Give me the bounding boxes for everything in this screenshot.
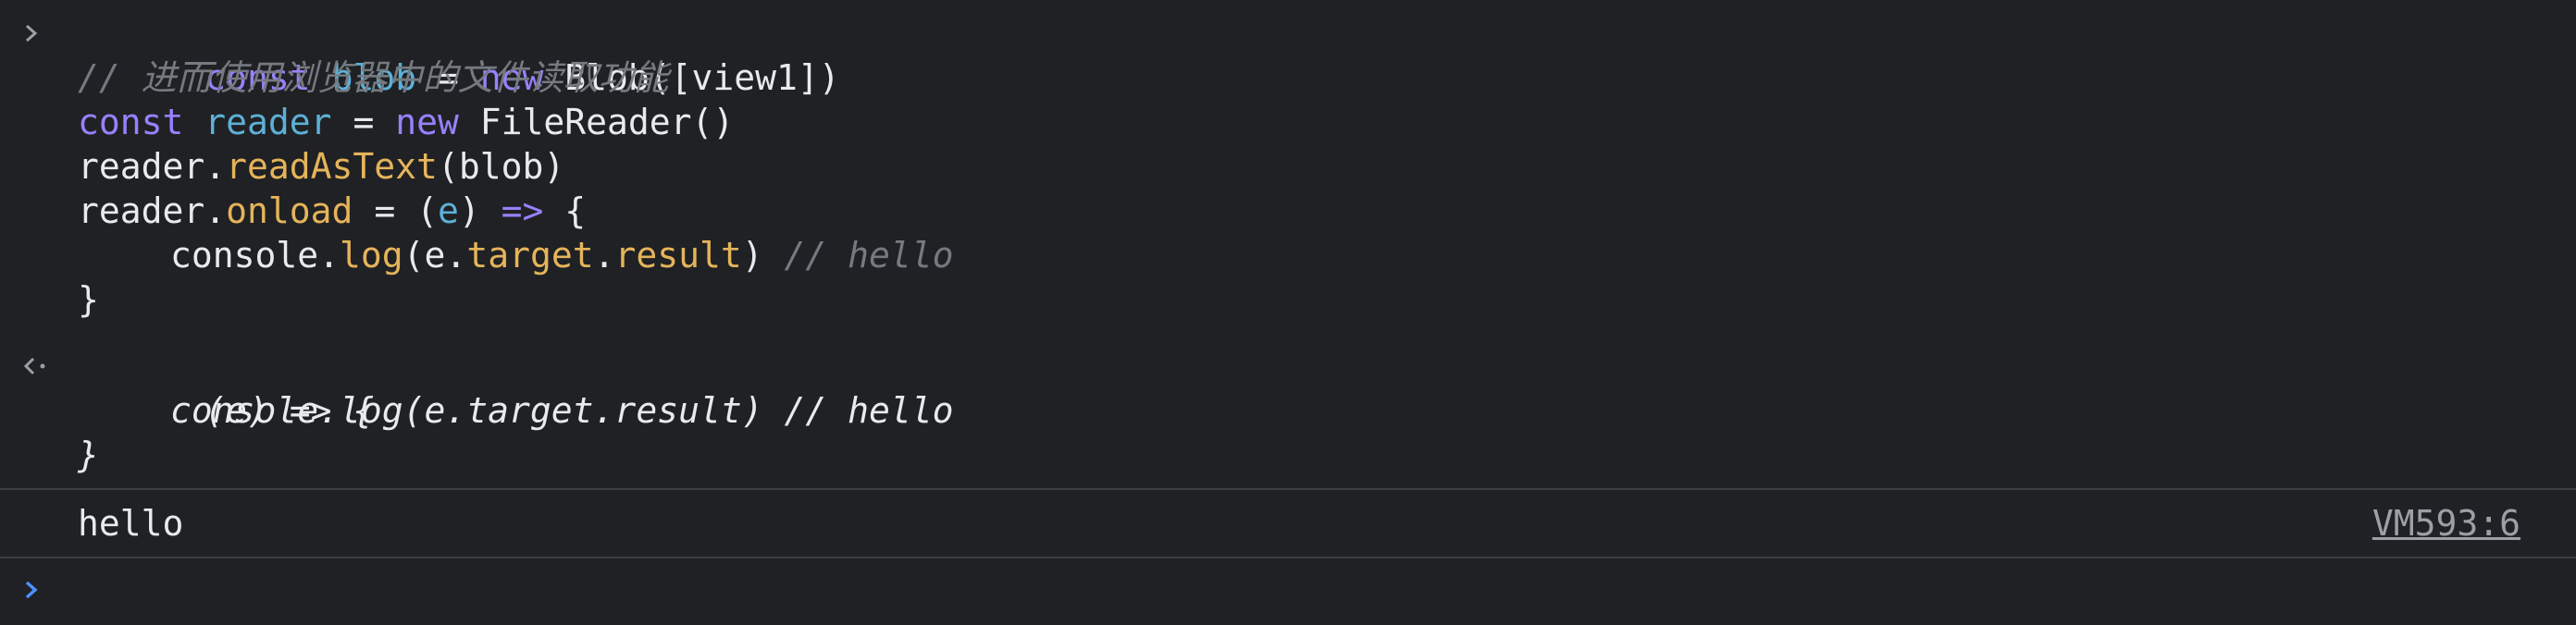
console-return-entry[interactable]: (e) => { console.log(e.target.result) //… bbox=[0, 322, 2576, 488]
keyword: const bbox=[78, 102, 184, 142]
console-input-entry[interactable]: const blob = new Blob([view1]) // 进而使用浏览… bbox=[0, 0, 2576, 322]
method: log bbox=[340, 235, 403, 276]
code-line-1: const blob = new Blob([view1]) bbox=[0, 11, 2576, 98]
property: target bbox=[466, 235, 594, 276]
dot: . bbox=[593, 235, 615, 276]
keyword: new bbox=[395, 102, 459, 142]
variable-name: reader bbox=[204, 102, 332, 142]
return-value: console.log(e.target.result) // hello bbox=[170, 390, 954, 431]
chevron-right-icon bbox=[22, 11, 59, 55]
method: readAsText bbox=[226, 146, 438, 187]
comment: // 进而使用浏览器中的文件读取功能 bbox=[78, 57, 669, 98]
return-arrow-icon bbox=[22, 344, 59, 388]
code-line-4: reader.readAsText(blob) bbox=[0, 144, 2576, 189]
arguments: (blob) bbox=[437, 146, 565, 187]
operator: = bbox=[331, 102, 396, 142]
paren: ) bbox=[741, 235, 785, 276]
return-line-2: console.log(e.target.result) // hello bbox=[0, 388, 2576, 433]
property: result bbox=[614, 235, 742, 276]
code-line-7: } bbox=[0, 277, 2576, 322]
property: onload bbox=[226, 190, 353, 231]
arrow: => bbox=[501, 190, 544, 231]
brace: { bbox=[543, 190, 587, 231]
object: reader. bbox=[78, 190, 227, 231]
code-line-5: reader.onload = (e) => { bbox=[0, 189, 2576, 233]
paren: ) bbox=[458, 190, 502, 231]
code-line-6: console.log(e.target.result) // hello bbox=[0, 233, 2576, 277]
expression: (e. bbox=[402, 235, 467, 276]
code-line-2: // 进而使用浏览器中的文件读取功能 bbox=[0, 55, 2576, 100]
object: reader. bbox=[78, 146, 227, 187]
return-line-3: } bbox=[0, 433, 2576, 477]
expression: FileReader() bbox=[458, 102, 735, 142]
devtools-console: const blob = new Blob([view1]) // 进而使用浏览… bbox=[0, 0, 2576, 625]
code-line-3: const reader = new FileReader() bbox=[0, 100, 2576, 144]
source-link[interactable]: VM593:6 bbox=[2372, 490, 2520, 557]
return-line-1: (e) => { bbox=[0, 344, 2576, 431]
console-prompt-input[interactable] bbox=[0, 558, 2576, 619]
parameter: e bbox=[437, 190, 459, 231]
brace: } bbox=[78, 279, 99, 320]
operator: = ( bbox=[353, 190, 438, 231]
return-value: } bbox=[78, 435, 99, 475]
object: console. bbox=[170, 235, 341, 276]
chevron-right-icon bbox=[22, 570, 59, 610]
comment: // hello bbox=[784, 235, 954, 276]
console-log-entry: hello VM593:6 bbox=[0, 490, 2576, 557]
log-message: hello bbox=[78, 503, 184, 544]
